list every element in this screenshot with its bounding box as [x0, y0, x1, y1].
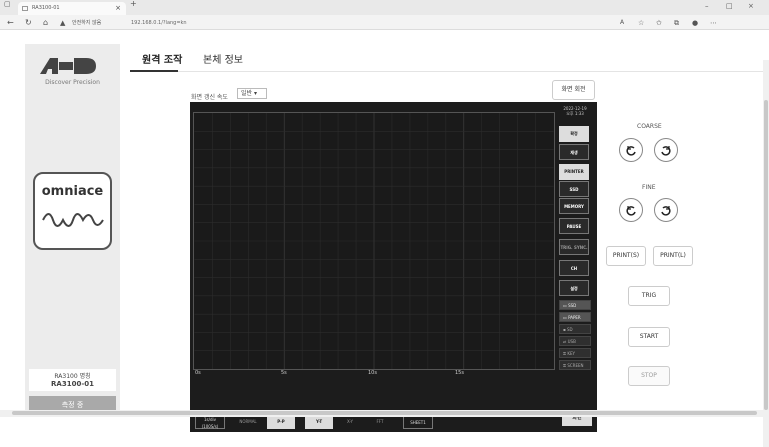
ind-paper-label: PAPER — [568, 315, 581, 320]
favorite-icon[interactable]: ☆ — [638, 16, 644, 30]
ind-sd: ▪ SD — [559, 324, 591, 334]
scrollbar-thumb[interactable] — [764, 100, 768, 410]
horizontal-scrollbar[interactable] — [0, 410, 763, 417]
logo-tagline: Discover Precision — [45, 79, 100, 86]
rotate-cw-icon — [661, 206, 671, 216]
page-icon — [22, 6, 28, 11]
x-tick: 5s — [281, 370, 287, 376]
sample-rate: (100S/s) — [201, 424, 219, 429]
ssd-button[interactable]: SSD — [559, 181, 589, 197]
settings-button[interactable]: 설정 — [559, 280, 589, 296]
ind-screen: ⚿ SCREEN — [559, 360, 591, 370]
address-bar[interactable]: 192.168.0.1/?lang=kn — [123, 17, 598, 29]
back-icon[interactable]: ← — [7, 16, 14, 30]
fine-label: FINE — [642, 184, 656, 191]
tab-info[interactable]: 본체 정보 — [203, 51, 243, 66]
stop-button[interactable]: STOP — [628, 366, 670, 386]
ch-button[interactable]: CH — [559, 260, 589, 276]
speed-select[interactable]: 일반 ▾ — [237, 88, 267, 99]
rotate-button[interactable]: 화면 회전 — [552, 80, 595, 100]
scope-screen: 0s 5s 10s 15s 2022-12-19 오후 1:33 확정 재생 P… — [190, 102, 597, 432]
speed-label: 화면 갱신 속도 — [191, 94, 228, 101]
coarse-label: COARSE — [637, 123, 662, 130]
app: Discover Precision omniace RA3100 명칭 RA3… — [0, 30, 769, 447]
ind-usb: ⇌ USB — [559, 336, 591, 346]
rotate-cw-icon — [661, 146, 671, 156]
fine-cw-button[interactable] — [654, 198, 678, 222]
tab-strip: ▢ RA3100-01 × + – □ × — [0, 0, 769, 15]
reload-icon[interactable]: ↻ — [25, 16, 32, 30]
rotate-ccw-icon — [626, 206, 636, 216]
favorites-icon[interactable]: ✩ — [656, 16, 662, 30]
print-s-button[interactable]: PRINT(S) — [606, 246, 646, 266]
restore-icon[interactable]: □ — [726, 2, 733, 10]
navigation-bar: ← ↻ ⌂ ▲ 안전하지 않음 192.168.0.1/?lang=kn A ☆… — [0, 16, 769, 30]
omniace-logo: omniace — [33, 172, 112, 250]
and-logo — [40, 58, 96, 74]
trig-sync-button[interactable]: TRIG. SYNC. — [559, 239, 589, 255]
rotate-ccw-icon — [626, 146, 636, 156]
ind-screen-label: SCREEN — [567, 363, 584, 368]
waveform-plot[interactable] — [193, 112, 555, 370]
tab-remote[interactable]: 원격 조작 — [142, 51, 182, 66]
product-name: omniace — [41, 184, 104, 199]
minimize-icon[interactable]: – — [705, 2, 709, 10]
new-tab-icon[interactable]: + — [130, 0, 137, 11]
wave-icon — [42, 213, 104, 227]
x-tick: 0s — [195, 370, 201, 376]
security-label[interactable]: 안전하지 않음 — [72, 16, 101, 30]
collections-icon[interactable]: ⧉ — [674, 16, 679, 30]
fine-ccw-button[interactable] — [619, 198, 643, 222]
browser-tab[interactable]: RA3100-01 × — [18, 2, 126, 15]
coarse-ccw-button[interactable] — [619, 138, 643, 162]
start-button[interactable]: START — [628, 327, 670, 347]
ind-ssd: ▭ SSD — [559, 300, 591, 310]
play-button[interactable]: 재생 — [559, 144, 589, 160]
pause-button[interactable]: PAUSE — [559, 218, 589, 234]
x-axis-ticks: 0s 5s 10s 15s — [193, 370, 555, 378]
close-window-icon[interactable]: × — [748, 2, 754, 10]
close-tab-icon[interactable]: × — [115, 2, 121, 15]
confirm-button[interactable]: 확정 — [559, 126, 589, 142]
trig-button[interactable]: TRIG — [628, 286, 670, 306]
speed-value: 일반 — [241, 90, 253, 97]
coarse-cw-button[interactable] — [654, 138, 678, 162]
read-aloud-icon[interactable]: A — [620, 16, 624, 30]
page-tabs: 원격 조작 본체 정보 — [130, 45, 765, 72]
print-l-button[interactable]: PRINT(L) — [653, 246, 693, 266]
x-tick: 10s — [368, 370, 377, 376]
scope-control-column: 2022-12-19 오후 1:33 확정 재생 PRINTER SSD MEM… — [557, 102, 594, 402]
ind-key-label: KEY — [567, 351, 575, 356]
warning-icon[interactable]: ▲ — [60, 16, 65, 30]
tab-title: RA3100-01 — [32, 5, 60, 11]
tab-actions-icon[interactable]: ▢ — [4, 0, 11, 11]
device-name-label: RA3100 명칭 — [54, 373, 91, 380]
tab-divider — [130, 71, 765, 72]
sidebar: Discover Precision omniace RA3100 명칭 RA3… — [25, 44, 120, 414]
memory-button[interactable]: MEMORY — [559, 198, 589, 214]
device-name-box: RA3100 명칭 RA3100-01 — [29, 369, 116, 391]
ind-usb-label: USB — [567, 339, 576, 344]
scope-datetime: 2022-12-19 오후 1:33 — [560, 106, 590, 117]
home-icon[interactable]: ⌂ — [43, 16, 48, 30]
active-tab-indicator — [130, 70, 178, 72]
x-tick: 15s — [455, 370, 464, 376]
profile-icon[interactable]: ● — [692, 16, 698, 30]
ind-sd-label: SD — [566, 327, 573, 332]
browser-chrome: ▢ RA3100-01 × + – □ × ← ↻ ⌂ ▲ 안전하지 않음 19… — [0, 0, 769, 30]
ind-paper: ▭ PAPER — [559, 312, 591, 322]
more-icon[interactable]: ⋯ — [710, 16, 717, 30]
horizontal-scrollbar-thumb[interactable] — [12, 411, 757, 415]
vertical-scrollbar[interactable] — [763, 60, 769, 447]
timediv-value: 1s/div — [204, 417, 216, 422]
ind-ssd-label: SSD — [568, 303, 577, 308]
printer-button[interactable]: PRINTER — [559, 164, 589, 180]
ind-key: ⚿ KEY — [559, 348, 591, 358]
device-name: RA3100-01 — [51, 380, 94, 388]
scope-time: 오후 1:33 — [566, 111, 584, 116]
